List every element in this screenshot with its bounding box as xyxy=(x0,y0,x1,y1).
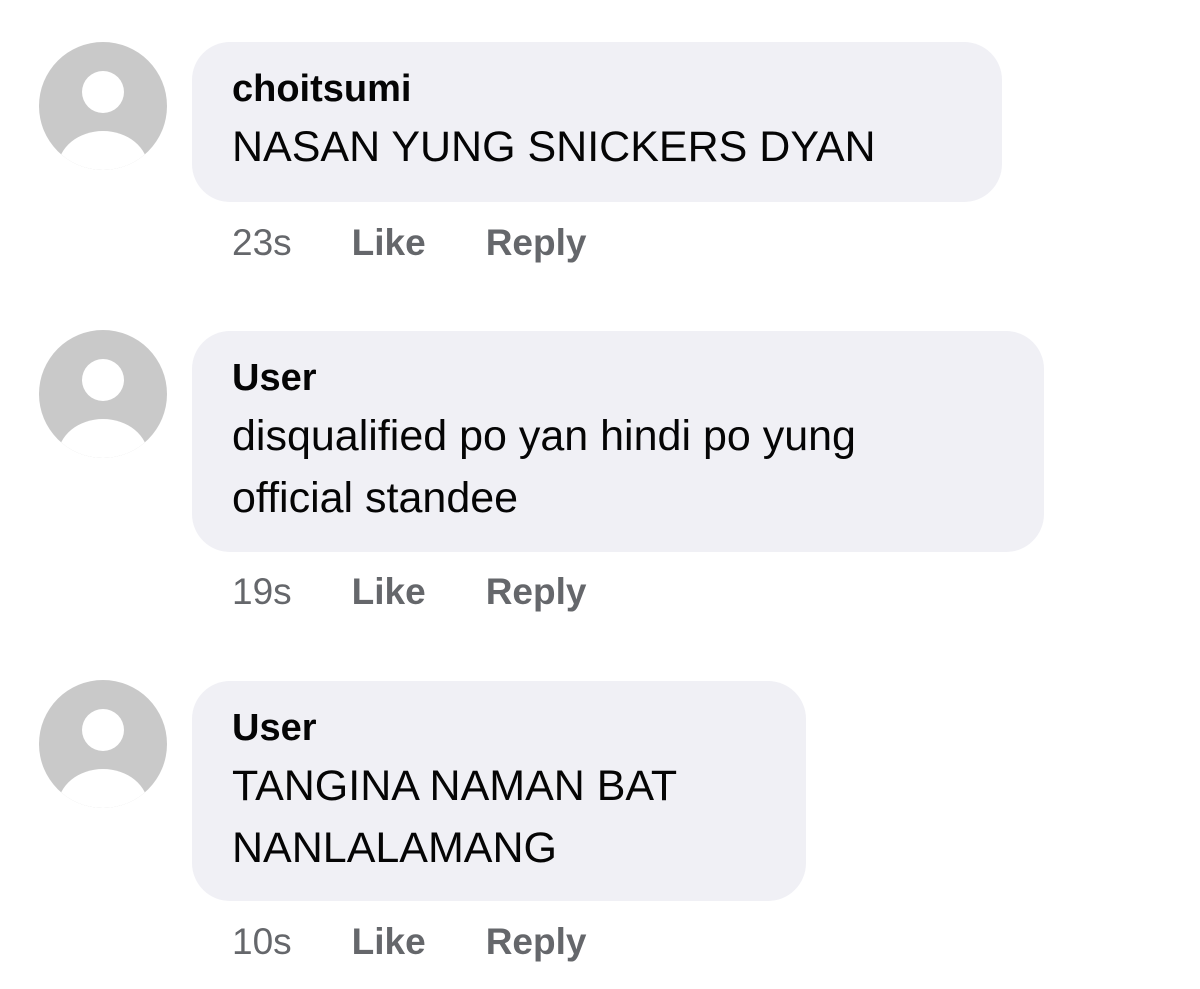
comment-bubble: User TANGINA NAMAN BAT NANLALAMANG xyxy=(192,681,806,901)
comment-bubble: User disqualified po yan hindi po yung o… xyxy=(192,331,1044,552)
reply-button[interactable]: Reply xyxy=(486,571,587,613)
comment-actions: 23s Like Reply xyxy=(232,221,586,265)
comment-text-line: NANLALAMANG xyxy=(232,824,557,872)
comment-timestamp[interactable]: 19s xyxy=(232,571,292,613)
reply-button[interactable]: Reply xyxy=(486,921,587,963)
like-button[interactable]: Like xyxy=(352,921,426,963)
default-user-avatar-icon xyxy=(58,709,148,808)
avatar[interactable] xyxy=(39,330,167,458)
comment-author[interactable]: User xyxy=(232,705,766,751)
comment-author[interactable]: User xyxy=(232,355,1004,401)
comment-timestamp[interactable]: 10s xyxy=(232,921,292,963)
avatar[interactable] xyxy=(39,680,167,808)
avatar[interactable] xyxy=(39,42,167,170)
comment-text: TANGINA NAMAN BAT NANLALAMANG xyxy=(232,755,766,879)
reply-button[interactable]: Reply xyxy=(486,222,587,264)
comment-text: NASAN YUNG SNICKERS DYAN xyxy=(232,116,962,178)
comment-text-line: official standee xyxy=(232,474,519,522)
default-user-avatar-icon xyxy=(58,71,148,170)
comment-bubble: choitsumi NASAN YUNG SNICKERS DYAN xyxy=(192,42,1002,202)
comment-timestamp[interactable]: 23s xyxy=(232,222,292,264)
comment-text-line: NASAN YUNG SNICKERS DYAN xyxy=(232,123,876,171)
like-button[interactable]: Like xyxy=(352,571,426,613)
comment-text: disqualified po yan hindi po yung offici… xyxy=(232,405,1004,529)
comment-actions: 10s Like Reply xyxy=(232,920,586,964)
comment-text-line: disqualified po yan hindi po yung xyxy=(232,412,856,460)
like-button[interactable]: Like xyxy=(352,222,426,264)
default-user-avatar-icon xyxy=(58,359,148,458)
comment-author[interactable]: choitsumi xyxy=(232,66,962,112)
comment-actions: 19s Like Reply xyxy=(232,570,586,614)
comment-text-line: TANGINA NAMAN BAT xyxy=(232,762,678,810)
